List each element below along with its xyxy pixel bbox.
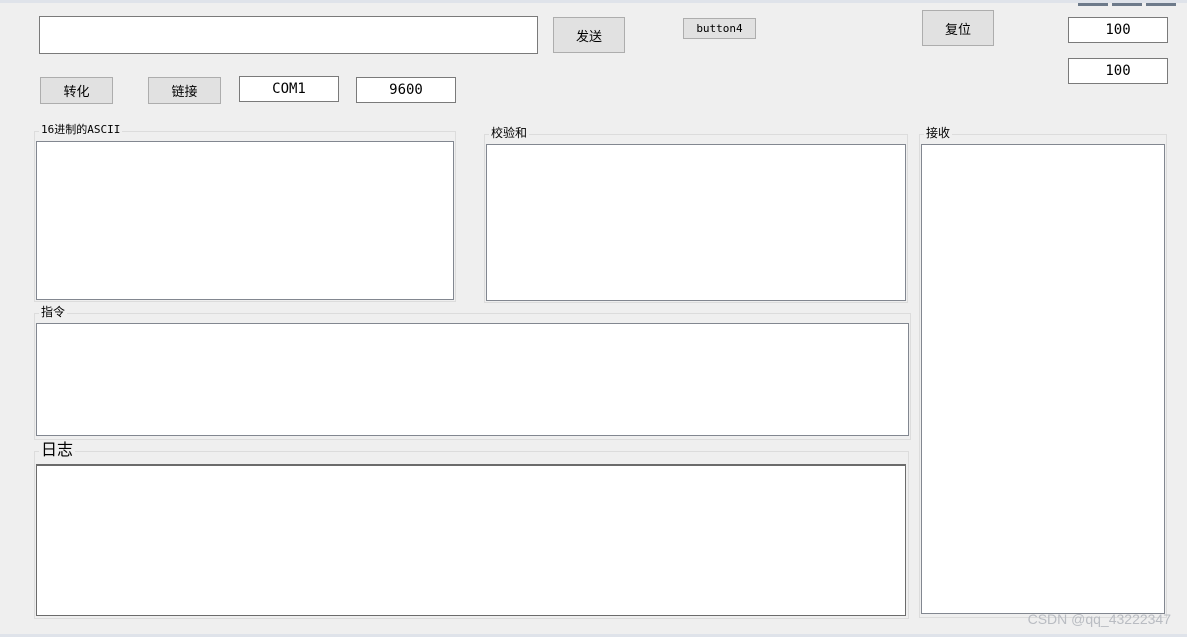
button4-button[interactable]: button4 — [683, 18, 756, 39]
checksum-group-label: 校验和 — [489, 126, 530, 140]
convert-button[interactable]: 转化 — [40, 77, 113, 104]
value1-input[interactable]: 100 — [1068, 17, 1168, 43]
port-input[interactable]: COM1 — [239, 76, 339, 102]
app-window: 发送 button4 复位 100 100 转化 链接 COM1 9600 16… — [0, 3, 1187, 634]
send-text-input[interactable] — [39, 16, 538, 54]
receive-textarea[interactable] — [921, 144, 1165, 614]
checksum-textarea[interactable] — [486, 144, 906, 301]
receive-group-label: 接收 — [924, 126, 953, 140]
hex-ascii-textarea[interactable] — [36, 141, 454, 300]
log-group-label: 日志 — [39, 440, 76, 460]
command-textarea[interactable] — [36, 323, 909, 436]
connect-button[interactable]: 链接 — [148, 77, 221, 104]
log-textarea[interactable] — [36, 464, 906, 616]
minimize-button[interactable] — [1078, 3, 1108, 6]
send-button[interactable]: 发送 — [553, 17, 625, 53]
baud-input[interactable]: 9600 — [356, 77, 456, 103]
value2-input[interactable]: 100 — [1068, 58, 1168, 84]
csdn-watermark: CSDN @qq_43222347 — [1027, 611, 1171, 627]
hex-ascii-group-label: 16进制的ASCII — [39, 123, 123, 137]
close-button[interactable] — [1146, 3, 1176, 6]
command-group-label: 指令 — [39, 305, 68, 319]
maximize-button[interactable] — [1112, 3, 1142, 6]
reset-button[interactable]: 复位 — [922, 10, 994, 46]
